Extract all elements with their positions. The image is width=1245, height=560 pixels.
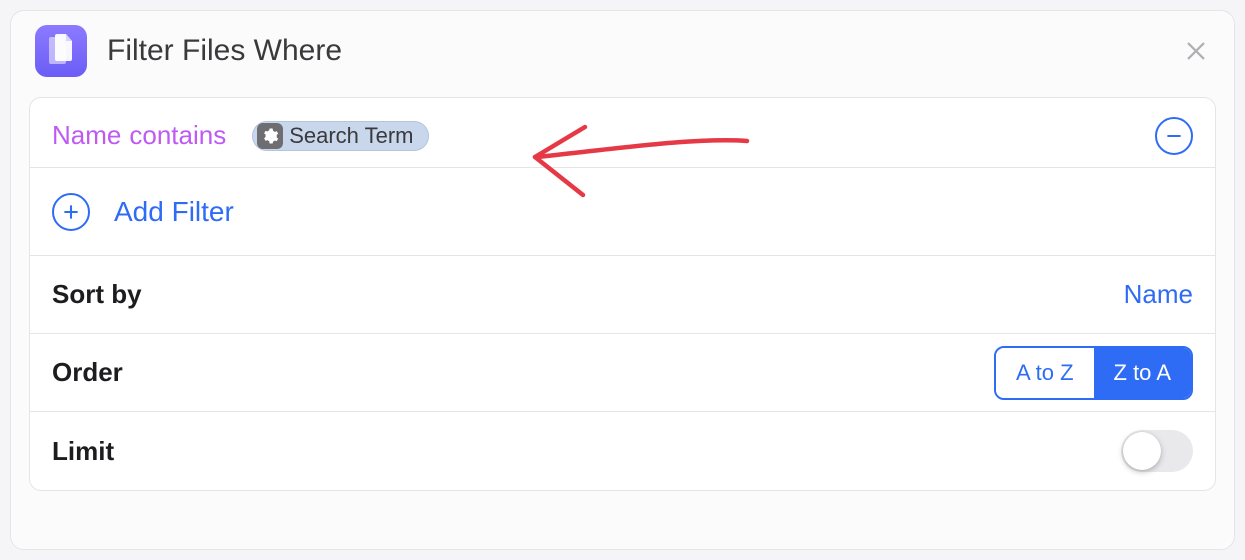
limit-row: Limit <box>30 412 1215 490</box>
add-filter-label[interactable]: Add Filter <box>114 196 234 228</box>
files-app-icon <box>35 25 87 77</box>
card-title: Filter Files Where <box>107 34 1182 68</box>
order-segmented-control: A to Z Z to A <box>994 346 1193 400</box>
filter-operator[interactable]: contains <box>129 120 226 151</box>
order-row: Order A to Z Z to A <box>30 334 1215 412</box>
order-option-desc[interactable]: Z to A <box>1094 348 1191 398</box>
close-button[interactable] <box>1182 37 1210 65</box>
parameters-panel: Name contains Search Term <box>29 97 1216 491</box>
token-label: Search Term <box>289 123 413 149</box>
sort-value[interactable]: Name <box>1124 279 1193 310</box>
filter-value-token[interactable]: Search Term <box>252 121 428 151</box>
add-filter-button[interactable] <box>52 193 90 231</box>
action-editor-card: Filter Files Where Name contains Search … <box>10 10 1235 550</box>
order-option-asc[interactable]: A to Z <box>996 348 1093 398</box>
filter-row: Name contains Search Term <box>30 98 1215 168</box>
minus-icon <box>1164 126 1184 146</box>
plus-icon <box>61 202 81 222</box>
sort-label: Sort by <box>52 279 142 310</box>
limit-toggle[interactable] <box>1121 430 1193 472</box>
gear-icon <box>257 123 283 149</box>
card-header: Filter Files Where <box>11 11 1234 97</box>
add-filter-row: Add Filter <box>30 168 1215 256</box>
remove-filter-button[interactable] <box>1155 117 1193 155</box>
sort-row: Sort by Name <box>30 256 1215 334</box>
order-label: Order <box>52 357 123 388</box>
close-icon <box>1185 40 1207 62</box>
filter-field[interactable]: Name <box>52 120 121 151</box>
limit-label: Limit <box>52 436 114 467</box>
